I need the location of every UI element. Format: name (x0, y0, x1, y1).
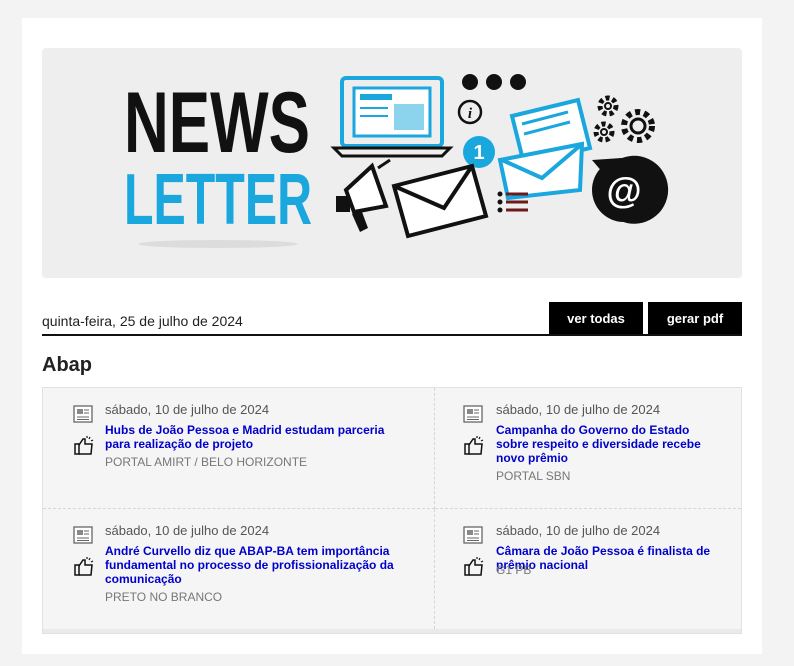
newsletter-banner: NEWS LETTER i 1 @ (42, 48, 742, 278)
news-item: sábado, 10 de julho de 2024 Campanha do … (435, 388, 741, 509)
generate-pdf-button[interactable]: gerar pdf (648, 302, 742, 334)
banner-word-news: NEWS (124, 75, 310, 171)
item-date: sábado, 10 de julho de 2024 (496, 402, 661, 417)
thumbs-up-icon[interactable] (73, 555, 95, 577)
thumbs-up-icon[interactable] (463, 555, 485, 577)
section-title: Abap (42, 354, 92, 376)
laptop-icon (330, 76, 454, 158)
item-source: G1 PB (496, 563, 532, 577)
newspaper-icon (73, 405, 93, 423)
gears-icon (593, 95, 655, 143)
svg-text:i: i (468, 106, 473, 122)
view-all-button[interactable]: ver todas (549, 302, 643, 334)
list-icon (497, 191, 528, 213)
newsletter-date: quinta-feira, 25 de julho de 2024 (42, 313, 243, 329)
newsletter-card: NEWS LETTER i 1 @ quinta-feira, 25 de ju… (22, 18, 762, 654)
at-sign-icon: @ (592, 155, 669, 224)
newspaper-icon (463, 526, 483, 544)
newspaper-icon (463, 405, 483, 423)
date-bar: quinta-feira, 25 de julho de 2024 ver to… (42, 302, 742, 336)
dots-icon (462, 74, 526, 90)
item-date: sábado, 10 de julho de 2024 (105, 523, 270, 538)
item-source: PORTAL AMIRT / BELO HORIZONTE (105, 455, 308, 469)
news-item: sábado, 10 de julho de 2024 André Curvel… (43, 509, 435, 629)
item-source: PRETO NO BRANCO (105, 590, 223, 604)
banner-word-letter: LETTER (124, 160, 312, 240)
thumbs-up-icon[interactable] (463, 434, 485, 456)
item-date: sábado, 10 de julho de 2024 (105, 402, 270, 417)
thumbs-up-icon[interactable] (73, 434, 95, 456)
info-icon: i (457, 99, 483, 125)
megaphone-icon (336, 158, 391, 232)
envelope-icon (391, 163, 489, 239)
svg-text:1: 1 (473, 142, 484, 164)
notification-badge-icon: 1 (463, 136, 495, 168)
newspaper-icon (73, 526, 93, 544)
open-letter-icon (497, 97, 593, 201)
news-item: sábado, 10 de julho de 2024 Hubs de João… (43, 388, 435, 509)
item-title-link[interactable]: Campanha do Governo do Estado sobre resp… (496, 423, 711, 465)
news-item: sábado, 10 de julho de 2024 Câmara de Jo… (435, 509, 741, 629)
news-grid: sábado, 10 de julho de 2024 Hubs de João… (42, 387, 742, 634)
item-source: PORTAL SBN (496, 469, 571, 483)
svg-text:@: @ (606, 170, 641, 211)
item-title-link[interactable]: Hubs de João Pessoa e Madrid estudam par… (105, 423, 405, 451)
item-date: sábado, 10 de julho de 2024 (496, 523, 661, 538)
banner-illustration: NEWS LETTER i 1 @ (124, 74, 669, 248)
item-title-link[interactable]: André Curvello diz que ABAP-BA tem impor… (105, 544, 415, 586)
